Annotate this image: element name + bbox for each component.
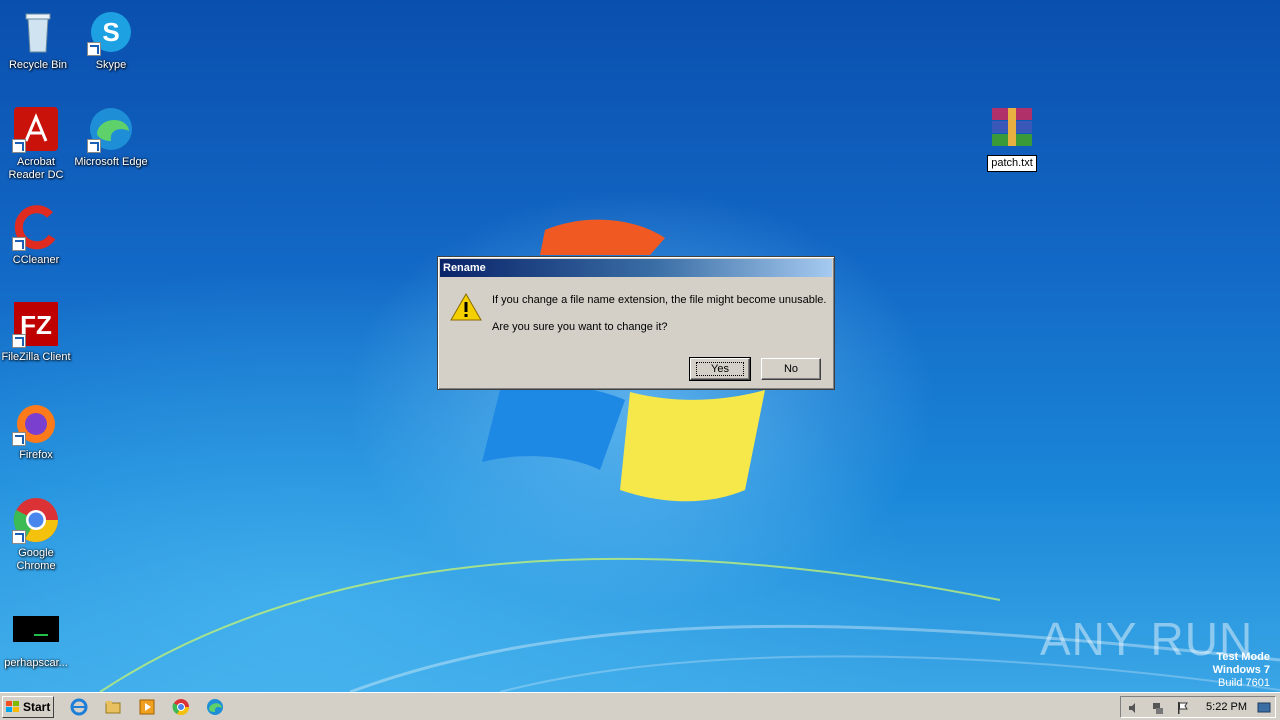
- recycle-bin-icon: [14, 8, 62, 56]
- edge-icon[interactable]: [206, 698, 224, 716]
- shortcut-arrow-icon: [87, 139, 101, 153]
- skype-icon: S: [87, 8, 135, 56]
- ccleaner-icon: [12, 203, 60, 251]
- svg-text:S: S: [102, 17, 119, 47]
- desktop-icon-patch[interactable]: patch.txt: [974, 104, 1050, 172]
- yes-button-label: Yes: [696, 362, 744, 376]
- warning-icon: [450, 292, 482, 321]
- filezilla-icon: FZ: [12, 300, 60, 348]
- desktop-icon-label: Skype: [95, 59, 127, 71]
- desktop-icon-label[interactable]: patch.txt: [974, 155, 1050, 172]
- desktop-icon-label: CCleaner: [12, 254, 60, 266]
- explorer-icon[interactable]: [104, 698, 122, 716]
- windows-flag-icon: [6, 701, 19, 712]
- dialog-question: Are you sure you want to change it?: [492, 321, 668, 333]
- start-label: Start: [23, 700, 51, 714]
- desktop-icon-label: perhapscar...: [4, 657, 68, 669]
- shortcut-arrow-icon: [12, 432, 26, 446]
- desktop-icon-perhaps[interactable]: perhapscar...: [0, 606, 74, 670]
- taskbar: Start 5:22 PM: [0, 692, 1280, 720]
- desktop-icon-label: Acrobat Reader DC: [8, 156, 64, 181]
- shortcut-arrow-icon: [12, 530, 26, 544]
- action-center-flag-icon[interactable]: [1175, 701, 1189, 715]
- chrome-icon[interactable]: [172, 698, 190, 716]
- desktop-icon-ccleaner[interactable]: CCleaner: [0, 203, 74, 267]
- desktop-icon-chrome[interactable]: Google Chrome: [0, 496, 74, 573]
- internet-explorer-icon[interactable]: [70, 698, 88, 716]
- desktop-icon-filezilla[interactable]: FZ FileZilla Client: [0, 300, 74, 364]
- network-icon[interactable]: [1151, 701, 1165, 715]
- media-player-icon[interactable]: [138, 698, 156, 716]
- yes-button[interactable]: Yes: [689, 357, 751, 381]
- shortcut-arrow-icon: [12, 237, 26, 251]
- console-app-icon: [12, 606, 60, 654]
- start-button[interactable]: Start: [2, 696, 54, 718]
- volume-icon[interactable]: [1127, 701, 1141, 715]
- dialog-message: If you change a file name extension, the…: [492, 294, 827, 306]
- desktop-icon-skype[interactable]: S Skype: [73, 8, 149, 72]
- test-mode-watermark: Test Mode Windows 7 Build 7601: [1213, 651, 1270, 690]
- rename-dialog: Rename If you change a file name extensi…: [437, 256, 835, 390]
- watermark-line: Windows 7: [1212, 664, 1270, 676]
- system-tray: 5:22 PM: [1120, 696, 1276, 718]
- winrar-archive-icon: [988, 104, 1036, 152]
- show-desktop-icon[interactable]: [1257, 701, 1271, 715]
- chrome-icon: [12, 496, 60, 544]
- desktop-icon-label: Google Chrome: [16, 547, 56, 572]
- no-button-label: No: [783, 363, 799, 375]
- desktop-icon-label: Firefox: [19, 449, 53, 461]
- shortcut-arrow-icon: [12, 139, 26, 153]
- desktop-icon-label: Microsoft Edge: [74, 156, 148, 168]
- watermark-line: Build 7601: [1218, 677, 1270, 689]
- desktop-icon-label: FileZilla Client: [1, 351, 71, 363]
- desktop-icon-acrobat[interactable]: Acrobat Reader DC: [0, 105, 74, 182]
- acrobat-icon: [12, 105, 60, 153]
- desktop[interactable]: Recycle Bin S Skype Acrobat Reader DC Mi…: [0, 0, 1280, 692]
- shortcut-arrow-icon: [12, 334, 26, 348]
- clock[interactable]: 5:22 PM: [1206, 701, 1247, 713]
- desktop-icon-label: Recycle Bin: [8, 59, 68, 71]
- dialog-title[interactable]: Rename: [440, 259, 832, 277]
- desktop-icon-recycle-bin[interactable]: Recycle Bin: [0, 8, 76, 72]
- shortcut-arrow-icon: [87, 42, 101, 56]
- rename-field[interactable]: patch.txt: [987, 155, 1037, 172]
- desktop-icon-firefox[interactable]: Firefox: [0, 398, 74, 462]
- desktop-icon-edge[interactable]: Microsoft Edge: [73, 105, 149, 169]
- edge-icon: [87, 105, 135, 153]
- no-button[interactable]: No: [761, 358, 821, 380]
- firefox-icon: [12, 398, 60, 446]
- watermark-line: Test Mode: [1216, 651, 1270, 663]
